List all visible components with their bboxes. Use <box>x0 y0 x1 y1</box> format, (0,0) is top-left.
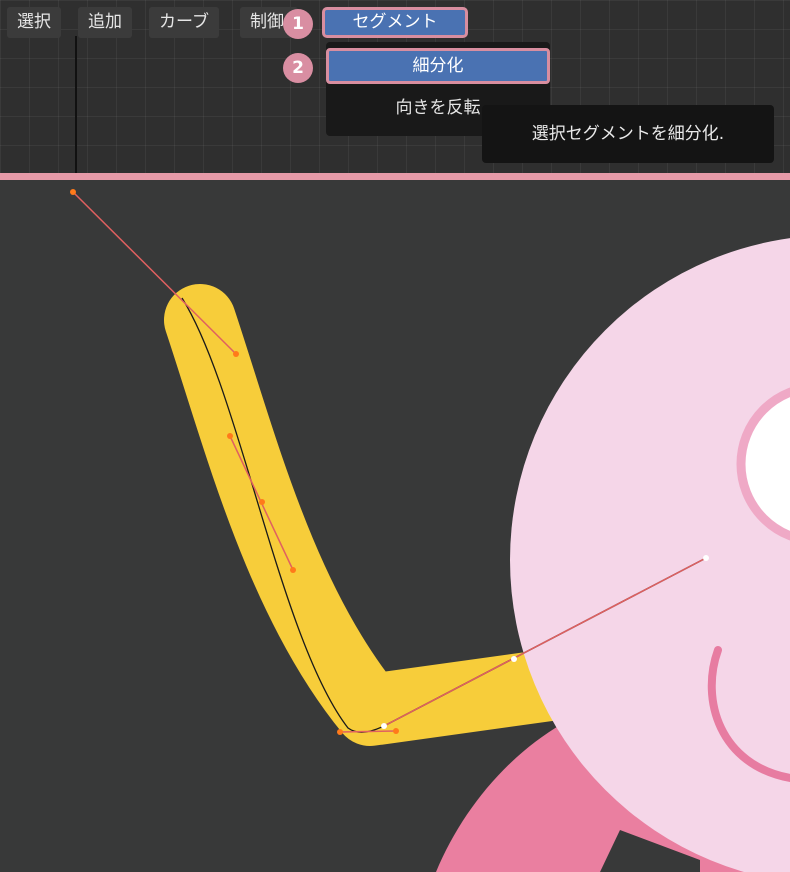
menu-item-subdivide[interactable]: 細分化 <box>326 48 550 84</box>
handle-point[interactable] <box>233 351 239 357</box>
handle-point[interactable] <box>290 567 296 573</box>
menu-segment[interactable]: セグメント <box>322 7 468 38</box>
tooltip: 選択セグメントを細分化. <box>482 105 774 163</box>
handle-point[interactable] <box>393 728 399 734</box>
canvas-viewport[interactable] <box>0 180 790 872</box>
step-badge-1: 1 <box>283 9 313 39</box>
menu-curve[interactable]: カーブ <box>149 7 219 38</box>
handle-point[interactable] <box>70 189 76 195</box>
selected-handle-point[interactable] <box>511 656 517 662</box>
selected-anchor-point[interactable] <box>703 555 709 561</box>
step-badge-2: 2 <box>283 53 313 83</box>
anchor-point[interactable] <box>259 499 265 505</box>
handle-point[interactable] <box>337 729 343 735</box>
selected-anchor-point[interactable] <box>381 723 387 729</box>
menu-select[interactable]: 選択 <box>7 7 61 38</box>
section-separator <box>0 173 790 180</box>
timeline-divider <box>75 36 77 173</box>
handle-point[interactable] <box>227 433 233 439</box>
header-area: 選択 追加 カーブ 制御 セグメント 1 細分化 向きを反転 2 選択セグメント… <box>0 0 790 173</box>
control-handle-line <box>339 730 397 733</box>
menu-add[interactable]: 追加 <box>78 7 132 38</box>
